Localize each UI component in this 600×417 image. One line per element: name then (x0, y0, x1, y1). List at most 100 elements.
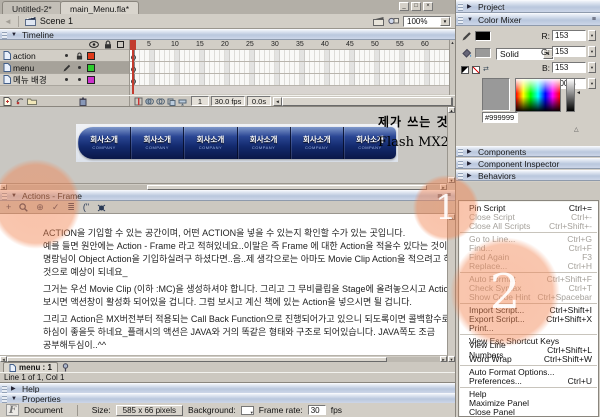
frames-row-menu[interactable] (130, 62, 449, 74)
layer-outline-color[interactable] (87, 64, 95, 72)
elapsed-time-field[interactable]: 0.0s (247, 96, 271, 106)
layer-visible-dot[interactable] (65, 78, 68, 81)
frame-rate-field[interactable]: 30.0 fps (211, 96, 245, 106)
layer-lock-icon[interactable] (74, 52, 85, 60)
layer-unlock-dot[interactable] (78, 78, 81, 81)
panel-options-menu-icon[interactable]: ≡ (447, 192, 451, 199)
panel-options-menu-icon[interactable]: ≡ (592, 16, 596, 23)
layer-name[interactable]: action (13, 51, 59, 61)
r-input[interactable]: 153 (552, 30, 586, 41)
stage-v-scrollbar[interactable]: ▲ ▼ (447, 107, 455, 183)
add-motion-guide-icon[interactable] (15, 97, 24, 106)
components-panel-header[interactable]: ▶ Components (456, 146, 600, 157)
project-panel-header[interactable]: ▶ Project (456, 0, 600, 13)
stage-area[interactable]: 회사소개 COMPANY 회사소개 COMPANY 회사소개 COMPANY 회… (0, 107, 455, 190)
behaviors-panel-header[interactable]: ▶ Behaviors (456, 170, 600, 181)
script-h-scrollbar[interactable]: ◄ ► (0, 355, 447, 362)
edit-multiple-frames-icon[interactable] (167, 97, 176, 106)
scroll-up-icon[interactable]: ▲ (448, 107, 455, 113)
stroke-color-pencil-icon[interactable] (462, 31, 472, 41)
stroke-color-swatch[interactable] (475, 31, 491, 41)
view-options-icon[interactable]: ≣ (437, 192, 443, 200)
insert-layer-folder-icon[interactable] (27, 97, 37, 105)
nav-button-company[interactable]: 회사소개 COMPANY (291, 127, 344, 159)
swap-colors-icon[interactable]: ⇄ (483, 66, 489, 74)
nav-button-company[interactable]: 회사소개 COMPANY (131, 127, 184, 159)
edit-scene-icon[interactable] (373, 16, 384, 26)
fill-color-swatch[interactable] (475, 48, 491, 58)
insert-target-path-icon[interactable]: ⊕ (36, 202, 44, 212)
collapse-closed-icon[interactable]: ▶ (467, 3, 475, 10)
pin-script-icon[interactable] (61, 363, 70, 372)
scene-label[interactable]: Scene 1 (40, 16, 73, 26)
show-hide-layers-eye-icon[interactable] (89, 41, 99, 48)
collapse-closed-icon[interactable]: ▶ (467, 160, 475, 167)
onion-skin-outlines-icon[interactable] (156, 97, 165, 106)
stage-h-scrollbar[interactable]: ◄ ► (0, 183, 447, 190)
stepper-icon[interactable]: ▼ (588, 30, 596, 41)
collapse-closed-icon[interactable]: ▶ (467, 148, 475, 155)
hex-color-input[interactable]: #999999 (482, 112, 518, 123)
zoom-select[interactable]: 100% ▼ (403, 16, 451, 27)
collapse-open-icon[interactable]: ▼ (467, 17, 475, 23)
stepper-icon[interactable]: ▼ (588, 62, 596, 73)
nav-button-company[interactable]: 회사소개 COMPANY (184, 127, 237, 159)
frames-row-action[interactable] (130, 50, 449, 62)
add-statement-icon[interactable]: + (6, 202, 11, 212)
color-picker-gradient[interactable] (515, 78, 561, 112)
collapse-closed-icon[interactable]: ▶ (467, 172, 475, 179)
minimize-icon[interactable]: _ (399, 2, 409, 11)
menu-item-close-panel[interactable]: Close Panel (459, 407, 598, 416)
framerate-input[interactable]: 30 (308, 405, 326, 415)
check-syntax-icon[interactable]: ✓ (52, 202, 60, 212)
debug-options-icon[interactable] (97, 203, 106, 212)
show-code-hint-icon[interactable]: (" (83, 202, 89, 212)
brightness-slider[interactable] (566, 78, 575, 112)
scroll-down-icon[interactable]: ▼ (448, 177, 455, 183)
timeline-panel-header[interactable]: ▼ Timeline (0, 29, 455, 40)
nav-button-company[interactable]: 회사소개 COMPANY (78, 127, 131, 159)
layer-name[interactable]: menu (13, 63, 59, 73)
layer-name[interactable]: 메뉴 배경 (13, 74, 59, 86)
stepper-icon[interactable]: ▼ (588, 46, 596, 57)
collapse-arrow-icon[interactable]: △ (574, 126, 579, 133)
doc-tab-untitled[interactable]: Untitled-2* (2, 1, 62, 14)
back-icon[interactable]: ◄ (4, 17, 12, 26)
layer-row-menu[interactable]: menu (0, 62, 129, 74)
edit-symbol-icon[interactable] (388, 16, 399, 26)
frames-row-menu-bg[interactable] (130, 74, 449, 86)
find-icon[interactable] (19, 203, 28, 212)
close-icon[interactable]: × (423, 2, 433, 11)
layer-row-menu-bg[interactable]: 메뉴 배경 (0, 74, 129, 86)
layer-row-action[interactable]: action (0, 50, 129, 62)
size-button[interactable]: 585 x 66 pixels (116, 405, 183, 416)
scroll-left-icon[interactable]: ◄ (273, 97, 282, 106)
layer-outline-color[interactable] (87, 76, 95, 84)
g-input[interactable]: 153 (552, 46, 586, 57)
scroll-up-icon[interactable]: ▲ (451, 40, 455, 45)
script-pane[interactable]: ACTION을 기입할 수 있는 공간이며, 어떤 ACTION을 넣을 수 있… (0, 214, 447, 355)
component-inspector-panel-header[interactable]: ▶ Component Inspector (456, 158, 600, 169)
center-frame-icon[interactable] (134, 97, 143, 106)
stage-navbar-artwork[interactable]: 회사소개 COMPANY 회사소개 COMPANY 회사소개 COMPANY 회… (76, 124, 398, 162)
color-mixer-panel-header[interactable]: ▼ Color Mixer ≡ (456, 13, 600, 26)
slider-arrow-icon[interactable]: ◄ (576, 90, 581, 96)
playhead[interactable] (130, 40, 136, 50)
menu-item-preferences[interactable]: Preferences...Ctrl+U (459, 376, 598, 385)
layer-visible-dot[interactable] (78, 66, 81, 69)
script-v-scrollbar[interactable]: ▲ ▼ (447, 214, 455, 362)
no-color-icon[interactable] (472, 66, 480, 74)
fill-color-bucket-icon[interactable] (462, 48, 472, 58)
doc-tab-main-menu[interactable]: main_Menu.fla* (60, 1, 139, 14)
auto-format-icon[interactable]: ≣ (67, 202, 75, 212)
timeline-ruler[interactable]: 1 5 10 15 20 25 30 35 40 45 50 55 60 (130, 40, 449, 50)
layer-outline-color[interactable] (87, 52, 95, 60)
restore-icon[interactable]: □ (411, 2, 421, 11)
layer-visible-dot[interactable] (65, 54, 68, 57)
collapse-closed-icon[interactable]: ▶ (11, 385, 19, 392)
actions-panel-header[interactable]: ▼ Actions - Frame ≣ ≡ (0, 190, 455, 201)
dropdown-icon[interactable]: ▼ (440, 17, 450, 26)
default-colors-icon[interactable] (461, 66, 469, 74)
lock-layers-icon[interactable] (104, 40, 112, 49)
modify-onion-markers-icon[interactable] (178, 97, 187, 106)
